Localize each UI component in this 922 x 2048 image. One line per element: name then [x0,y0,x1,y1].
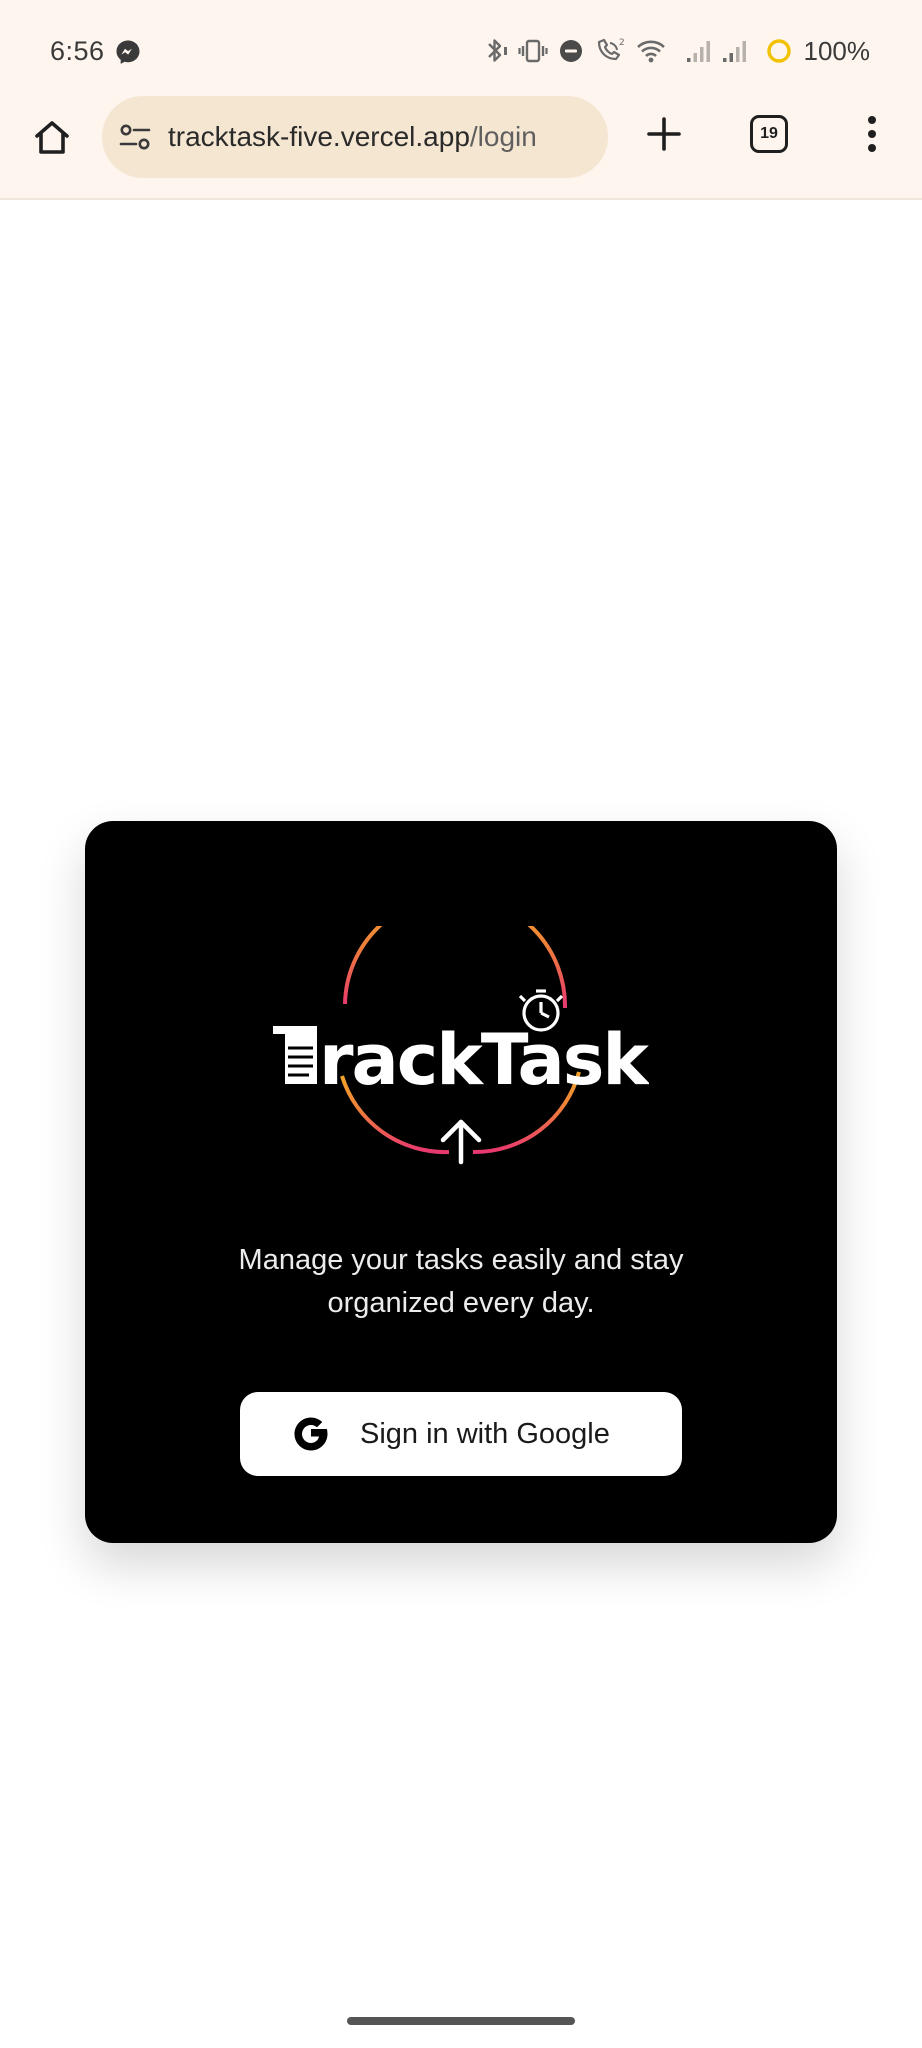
tab-switcher-button[interactable]: 19 [750,115,788,153]
wifi-icon [636,38,666,64]
sign-in-with-google-button[interactable]: Sign in with Google [240,1392,682,1476]
status-icons: 2 100% [482,34,871,68]
url-bar[interactable]: tracktask-five.vercel.app/login [102,96,608,178]
url-host: tracktask-five.vercel.app [168,121,470,152]
google-icon [290,1413,332,1455]
login-card: rackTask Manage your tasks easily and st… [85,821,837,1543]
status-time: 6:56 [50,36,105,66]
status-bar: 6:56 2 100% [0,0,922,92]
tracktask-logo: rackTask [273,926,649,1168]
battery-saver-icon [766,38,792,64]
url-path: /login [469,121,537,152]
google-button-label: Sign in with Google [360,1417,610,1450]
site-info-icon[interactable] [118,120,152,154]
battery-percent: 100% [803,35,871,66]
url-text: tracktask-five.vercel.app/login [168,121,537,153]
browser-toolbar: tracktask-five.vercel.app/login 19 [0,92,922,200]
signal-icon [686,39,712,63]
home-icon [32,118,72,163]
vibrate-icon [517,36,548,66]
tagline: Manage your tasks easily and stay organi… [238,1244,684,1319]
menu-button[interactable] [852,112,892,160]
bluetooth-icon [482,36,508,66]
do-not-disturb-icon [558,38,584,64]
new-tab-button[interactable] [640,112,688,160]
wifi-calling-icon: 2 [594,36,626,66]
gesture-navigation-bar[interactable] [347,2017,575,2025]
plus-icon [646,116,682,157]
svg-text:2: 2 [619,38,625,48]
messenger-icon [115,39,141,65]
home-button[interactable] [28,116,76,164]
signal-icon [722,39,748,63]
svg-text:rackTask: rackTask [319,1019,649,1101]
more-vert-icon [866,114,878,159]
